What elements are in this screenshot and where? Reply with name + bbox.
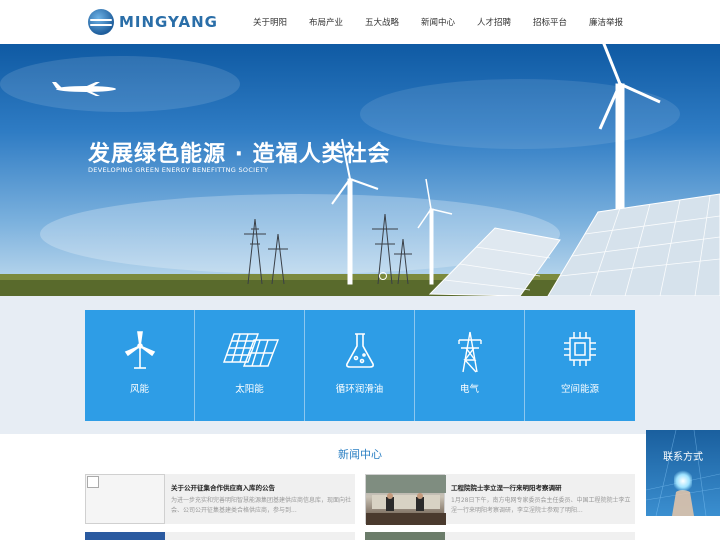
business-categories-section: 风能 太阳能 循环润滑油 电气 空间能源 [0,296,720,434]
category-label: 循环润滑油 [335,384,384,395]
solar-panel-icon [222,333,279,367]
news-thumbnail-next[interactable] [85,532,165,540]
carousel-dot[interactable] [379,272,387,280]
nav-item-report[interactable]: 廉洁举报 [578,16,634,28]
category-label: 风能 [129,384,149,395]
power-tower-icon [457,331,482,373]
category-space-energy[interactable]: 空间能源 [525,310,635,421]
flask-icon [345,333,374,368]
category-electric[interactable]: 电气 [415,310,525,421]
news-section-title: 新闻中心 [338,448,382,461]
news-summary: 为进一步充实和完善明阳智慧能源集团基建供应商信息库，现面向社会、公司公开征集基建… [171,497,352,514]
meeting-photo [366,475,446,525]
touch-glow-icon [674,470,692,492]
contact-label: 联系方式 [663,452,703,463]
main-nav: 关于明阳 布局产业 五大战略 新闻中心 人才招聘 招标平台 廉洁举报 [242,0,634,44]
logo-globe-icon [88,9,114,35]
news-thumbnail[interactable] [365,474,446,525]
category-label: 空间能源 [560,384,599,395]
nav-item-careers[interactable]: 人才招聘 [466,16,522,28]
news-thumbnail[interactable] [85,474,165,524]
news-thumbnail-next[interactable] [365,532,445,540]
category-wind[interactable]: 风能 [85,310,195,421]
nav-item-strategy[interactable]: 五大战略 [354,16,410,28]
category-solar[interactable]: 太阳能 [195,310,305,421]
category-label: 电气 [459,384,479,395]
nav-item-about[interactable]: 关于明阳 [242,16,298,28]
news-headline[interactable]: 关于公开征集合作供应商入库的公告 [171,482,275,492]
news-item-next[interactable] [445,532,635,540]
chip-icon [564,332,596,366]
news-item[interactable]: 工程院院士李立浧一行来明阳考察调研 1月28日下午，南方电网专家委员会主任委员、… [365,474,635,525]
nav-item-bidding[interactable]: 招标平台 [522,16,578,28]
business-categories: 风能 太阳能 循环润滑油 电气 空间能源 [85,310,635,421]
nav-item-industry[interactable]: 布局产业 [298,16,354,28]
category-label: 太阳能 [235,384,264,395]
contact-float-button[interactable]: 联系方式 [646,430,720,516]
nav-item-news[interactable]: 新闻中心 [410,16,466,28]
news-item-next[interactable] [165,532,355,540]
logo-text: MINGYANG [119,13,218,31]
hero-banner[interactable]: 发展绿色能源 · 造福人类社会 DEVELOPING GREEN ENERGY … [0,44,720,296]
news-item[interactable]: 关于公开征集合作供应商入库的公告 为进一步充实和完善明阳智慧能源集团基建供应商信… [85,474,355,524]
category-lubricant[interactable]: 循环润滑油 [305,310,415,421]
wind-turbine-icon [124,331,155,369]
news-headline[interactable]: 工程院院士李立浧一行来明阳考察调研 [451,482,562,492]
news-summary: 1月28日下午，南方电网专家委员会主任委员、中国工程院院士李立浧一行来明阳考察调… [451,497,631,514]
banner-title: 发展绿色能源 · 造福人类社会 [88,142,391,167]
logo[interactable]: MINGYANG [88,9,218,35]
site-header: MINGYANG 关于明阳 布局产业 五大战略 新闻中心 人才招聘 招标平台 廉… [0,0,720,44]
banner-subtitle: DEVELOPING GREEN ENERGY BENEFITTNG SOCIE… [88,166,269,174]
